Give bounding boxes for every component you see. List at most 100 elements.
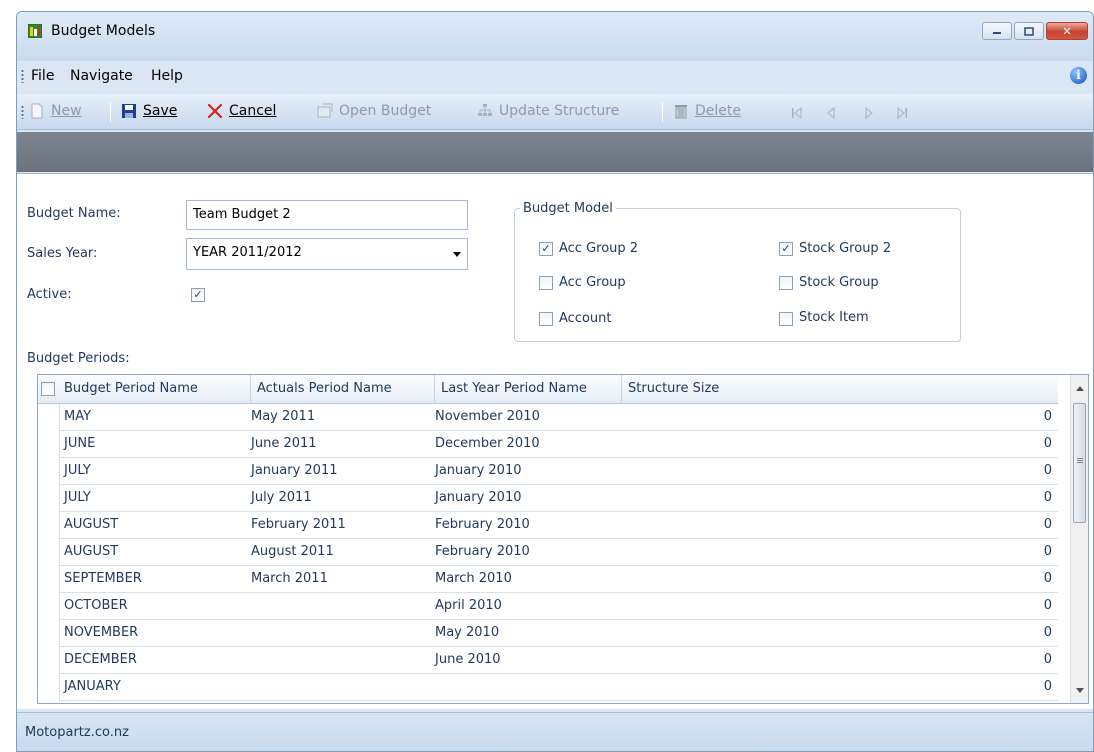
last-year-period-name-cell[interactable]: June 2010 [435, 647, 501, 673]
stock-group-2-checkbox[interactable]: ✓ [779, 242, 793, 256]
row-indicator[interactable] [38, 674, 60, 701]
budget-period-name-cell[interactable]: AUGUST [64, 512, 118, 538]
actuals-period-name-cell[interactable]: May 2011 [251, 404, 315, 430]
structure-size-cell[interactable]: 0 [1044, 431, 1052, 457]
row-indicator[interactable] [38, 539, 60, 566]
column-header-last-year-period-name[interactable]: Last Year Period Name [435, 375, 622, 404]
structure-size-cell[interactable]: 0 [1044, 620, 1052, 646]
structure-size-cell[interactable]: 0 [1044, 593, 1052, 619]
cancel-button[interactable]: Cancel [207, 103, 276, 119]
menu-help[interactable]: Help [151, 68, 183, 84]
last-year-period-name-cell[interactable]: November 2010 [435, 404, 540, 430]
actuals-period-name-cell[interactable]: August 2011 [251, 539, 334, 565]
structure-size-cell[interactable]: 0 [1044, 458, 1052, 484]
budget-period-name-cell[interactable]: JUNE [64, 431, 95, 457]
sales-year-dropdown[interactable]: YEAR 2011/2012 [186, 238, 468, 270]
open-budget-button[interactable]: Open Budget [317, 103, 431, 119]
table-row[interactable]: OCTOBER April 2010 0 [38, 593, 1058, 620]
delete-button[interactable]: Delete [673, 103, 741, 119]
toolbar-grip-icon[interactable] [21, 105, 24, 119]
budget-periods-grid[interactable]: Budget Period Name Actuals Period Name L… [37, 374, 1089, 704]
structure-size-cell[interactable]: 0 [1044, 674, 1052, 700]
actuals-period-name-cell[interactable]: July 2011 [251, 485, 312, 511]
structure-size-cell[interactable]: 0 [1044, 566, 1052, 592]
stock-item-checkbox[interactable] [779, 312, 793, 326]
structure-size-cell[interactable]: 0 [1044, 647, 1052, 673]
first-record-icon[interactable] [790, 107, 804, 119]
last-year-period-name-cell[interactable]: February 2010 [435, 539, 530, 565]
table-row[interactable]: JULY July 2011 January 2010 0 [38, 485, 1058, 512]
budget-period-name-cell[interactable]: AUGUST [64, 539, 118, 565]
menu-file[interactable]: File [31, 68, 54, 84]
actuals-period-name-cell[interactable]: June 2011 [251, 431, 317, 457]
vertical-scrollbar[interactable] [1070, 375, 1088, 703]
account-checkbox[interactable] [539, 312, 553, 326]
maximize-button[interactable] [1014, 22, 1044, 40]
info-icon[interactable]: i [1070, 67, 1087, 84]
table-row[interactable]: JANUARY 0 [38, 674, 1058, 701]
budget-name-input[interactable]: Team Budget 2 [186, 200, 468, 230]
actuals-period-name-cell[interactable]: March 2011 [251, 566, 328, 592]
row-indicator[interactable] [38, 620, 60, 647]
save-button[interactable]: Save [121, 103, 177, 119]
next-record-icon[interactable] [863, 107, 875, 119]
acc-group-checkbox[interactable] [539, 276, 553, 290]
column-header-budget-period-name[interactable]: Budget Period Name [58, 375, 251, 404]
table-row[interactable]: MAY May 2011 November 2010 0 [38, 404, 1058, 431]
budget-period-name-cell[interactable]: OCTOBER [64, 593, 128, 619]
last-year-period-name-cell[interactable]: February 2010 [435, 512, 530, 538]
structure-size-cell[interactable]: 0 [1044, 539, 1052, 565]
table-row[interactable]: JULY January 2011 January 2010 0 [38, 458, 1058, 485]
table-row[interactable]: AUGUST August 2011 February 2010 0 [38, 539, 1058, 566]
last-year-period-name-cell[interactable]: May 2010 [435, 620, 499, 646]
table-row[interactable]: SEPTEMBER March 2011 March 2010 0 [38, 566, 1058, 593]
actuals-period-name-cell[interactable]: January 2011 [251, 458, 338, 484]
table-row[interactable]: AUGUST February 2011 February 2010 0 [38, 512, 1058, 539]
table-row[interactable]: DECEMBER June 2010 0 [38, 647, 1058, 674]
budget-period-name-cell[interactable]: MAY [64, 404, 91, 430]
row-indicator[interactable] [38, 404, 60, 431]
last-year-period-name-cell[interactable]: January 2010 [435, 458, 522, 484]
structure-size-cell[interactable]: 0 [1044, 485, 1052, 511]
row-indicator[interactable] [38, 593, 60, 620]
title-bar[interactable]: Budget Models ✕ [17, 12, 1093, 61]
scroll-up-icon[interactable] [1076, 386, 1084, 391]
row-indicator[interactable] [38, 512, 60, 539]
last-year-period-name-cell[interactable]: April 2010 [435, 593, 502, 619]
scroll-down-icon[interactable] [1076, 688, 1084, 693]
row-indicator[interactable] [38, 458, 60, 485]
budget-period-name-cell[interactable]: SEPTEMBER [64, 566, 142, 592]
close-button[interactable]: ✕ [1046, 22, 1088, 40]
menu-grip-icon[interactable] [21, 69, 24, 83]
budget-period-name-cell[interactable]: NOVEMBER [64, 620, 138, 646]
select-all-checkbox[interactable] [41, 382, 55, 396]
previous-record-icon[interactable] [825, 107, 837, 119]
actuals-period-name-cell[interactable]: February 2011 [251, 512, 346, 538]
last-year-period-name-cell[interactable]: December 2010 [435, 431, 540, 457]
budget-period-name-cell[interactable]: JULY [64, 485, 91, 511]
row-indicator[interactable] [38, 566, 60, 593]
row-indicator[interactable] [38, 485, 60, 512]
column-header-actuals-period-name[interactable]: Actuals Period Name [251, 375, 435, 404]
row-indicator[interactable] [38, 647, 60, 674]
column-header-structure-size[interactable]: Structure Size [622, 375, 1058, 404]
scroll-thumb[interactable] [1073, 403, 1086, 523]
stock-group-checkbox[interactable] [779, 276, 793, 290]
last-record-icon[interactable] [895, 107, 909, 119]
last-year-period-name-cell[interactable]: March 2010 [435, 566, 512, 592]
active-checkbox[interactable]: ✓ [191, 288, 205, 302]
table-row[interactable]: NOVEMBER May 2010 0 [38, 620, 1058, 647]
budget-period-name-cell[interactable]: JULY [64, 458, 91, 484]
row-indicator[interactable] [38, 431, 60, 458]
acc-group-2-checkbox[interactable]: ✓ [539, 242, 553, 256]
menu-navigate[interactable]: Navigate [70, 68, 133, 84]
budget-period-name-cell[interactable]: JANUARY [64, 674, 121, 700]
budget-period-name-cell[interactable]: DECEMBER [64, 647, 137, 673]
table-row[interactable]: JUNE June 2011 December 2010 0 [38, 431, 1058, 458]
structure-size-cell[interactable]: 0 [1044, 512, 1052, 538]
last-year-period-name-cell[interactable]: January 2010 [435, 485, 522, 511]
new-button[interactable]: New [29, 103, 82, 119]
update-structure-button[interactable]: Update Structure [477, 103, 619, 119]
minimize-button[interactable] [982, 22, 1012, 40]
structure-size-cell[interactable]: 0 [1044, 404, 1052, 430]
